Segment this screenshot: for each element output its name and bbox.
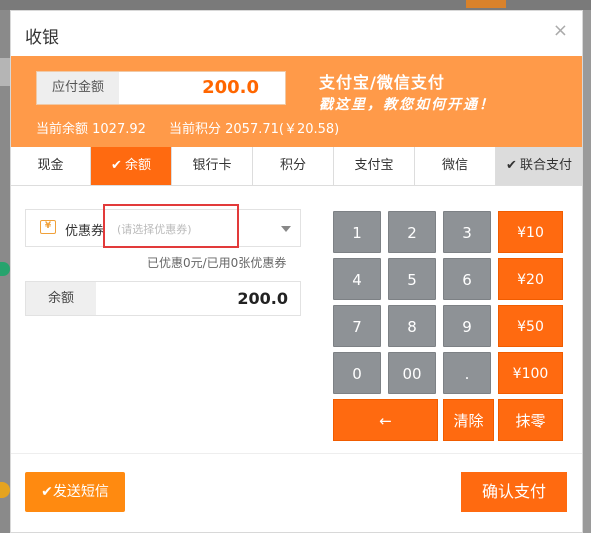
current-balance: 当前余额 1027.92 [36, 122, 146, 137]
key-3[interactable]: 3 [443, 211, 491, 253]
key-4[interactable]: 4 [333, 258, 381, 300]
payment-banner: 应付金额 200.0 支付宝/微信支付 戳这里，教您如何开通！ 当前余额 102… [11, 56, 582, 147]
amount-due-label: 应付金额 [37, 72, 119, 104]
key-8[interactable]: 8 [388, 305, 436, 347]
check-icon: ✔ [506, 158, 517, 173]
check-icon: ✔ [111, 158, 122, 173]
coupon-label: 优惠券 [65, 224, 105, 239]
confirm-payment-button[interactable]: 确认支付 [461, 472, 567, 512]
tab-bank-card[interactable]: 银行卡 [172, 147, 253, 185]
promo-subtitle-link[interactable]: 戳这里，教您如何开通！ [319, 94, 495, 114]
dialog-header: 收银 × [11, 11, 582, 57]
footer-divider [11, 453, 582, 454]
key-decimal[interactable]: . [443, 352, 491, 394]
chevron-down-icon [281, 226, 291, 232]
tab-wechat[interactable]: 微信 [415, 147, 496, 185]
balance-amount-field[interactable]: 余额 200.0 [25, 281, 301, 316]
quick-amount-50[interactable]: ¥50 [498, 305, 563, 347]
background-scroll-area [583, 10, 591, 533]
key-9[interactable]: 9 [443, 305, 491, 347]
background-badge [0, 482, 10, 498]
close-icon[interactable]: × [553, 20, 568, 41]
round-off-button[interactable]: 抹零 [498, 399, 563, 441]
quick-amount-100[interactable]: ¥100 [498, 352, 563, 394]
tab-alipay[interactable]: 支付宝 [334, 147, 415, 185]
tab-combined-payment[interactable]: ✔ 联合支付 [496, 147, 582, 185]
key-1[interactable]: 1 [333, 211, 381, 253]
tab-balance[interactable]: ✔ 余额 [91, 147, 172, 185]
quick-amount-20[interactable]: ¥20 [498, 258, 563, 300]
balance-field-value[interactable]: 200.0 [237, 282, 288, 315]
payment-method-tabs: 现金 ✔ 余额 银行卡 积分 支付宝 微信 ✔ 联合支付 [11, 147, 582, 186]
key-00[interactable]: 00 [388, 352, 436, 394]
key-2[interactable]: 2 [388, 211, 436, 253]
clear-button[interactable]: 清除 [443, 399, 494, 441]
checkout-dialog: 收银 × 应付金额 200.0 支付宝/微信支付 戳这里，教您如何开通！ 当前余… [10, 10, 583, 533]
key-5[interactable]: 5 [388, 258, 436, 300]
backspace-button[interactable]: ← [333, 399, 438, 441]
current-points: 当前积分 2057.71(￥20.58) [169, 122, 340, 137]
amount-due-box: 应付金额 200.0 [36, 71, 286, 105]
coupon-usage-note: 已优惠0元/已用0张优惠券 [147, 256, 287, 270]
send-sms-button[interactable]: ✔发送短信 [25, 472, 125, 512]
quick-amount-10[interactable]: ¥10 [498, 211, 563, 253]
ticket-icon: ¥ [40, 220, 56, 234]
amount-due-value: 200.0 [202, 77, 259, 98]
balance-field-label: 余额 [26, 282, 96, 315]
background-badge [0, 262, 10, 276]
key-6[interactable]: 6 [443, 258, 491, 300]
dialog-title: 收银 [25, 28, 59, 48]
key-7[interactable]: 7 [333, 305, 381, 347]
highlight-box [103, 204, 239, 248]
promo-title-link[interactable]: 支付宝/微信支付 [319, 69, 445, 93]
tab-cash[interactable]: 现金 [11, 147, 91, 185]
key-0[interactable]: 0 [333, 352, 381, 394]
background-chip [466, 0, 506, 8]
tab-points[interactable]: 积分 [253, 147, 334, 185]
